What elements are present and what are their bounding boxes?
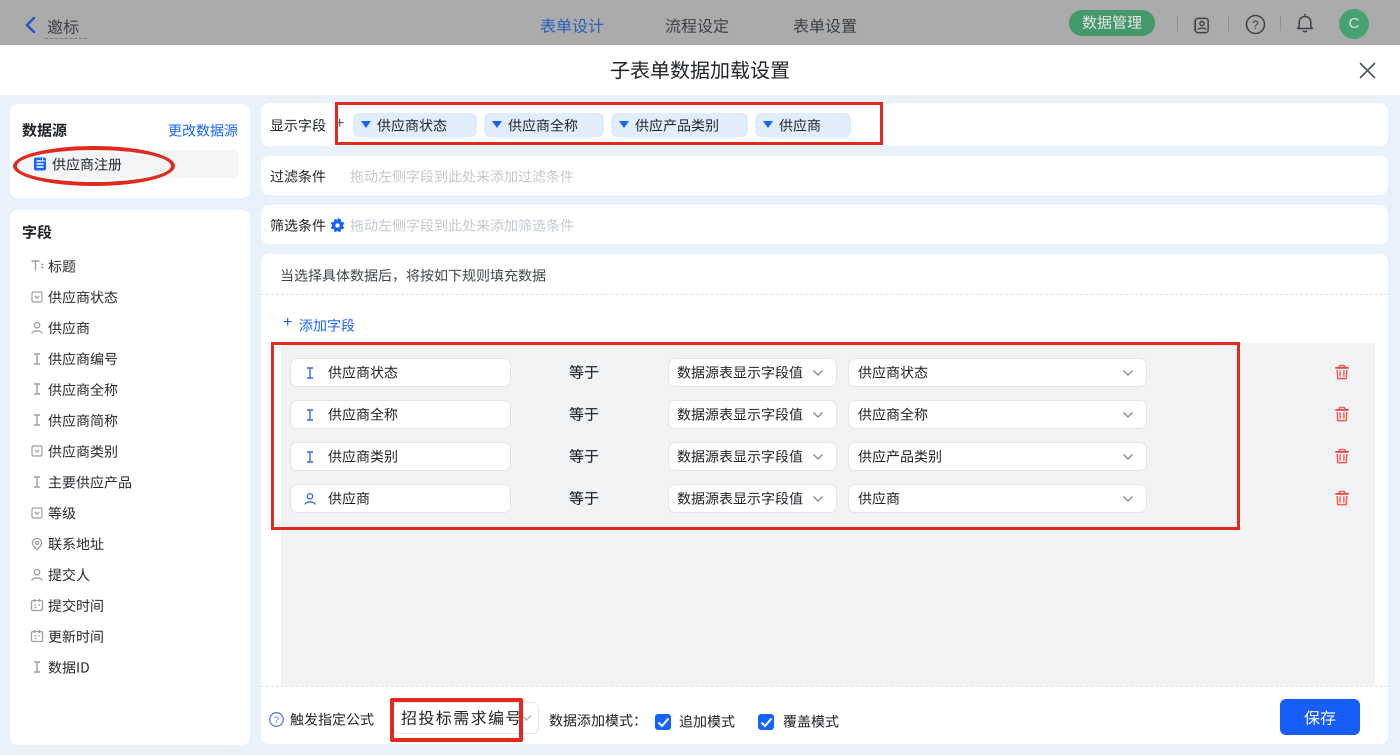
svg-text:?: ? bbox=[1252, 18, 1259, 32]
svg-text:?: ? bbox=[274, 715, 279, 726]
